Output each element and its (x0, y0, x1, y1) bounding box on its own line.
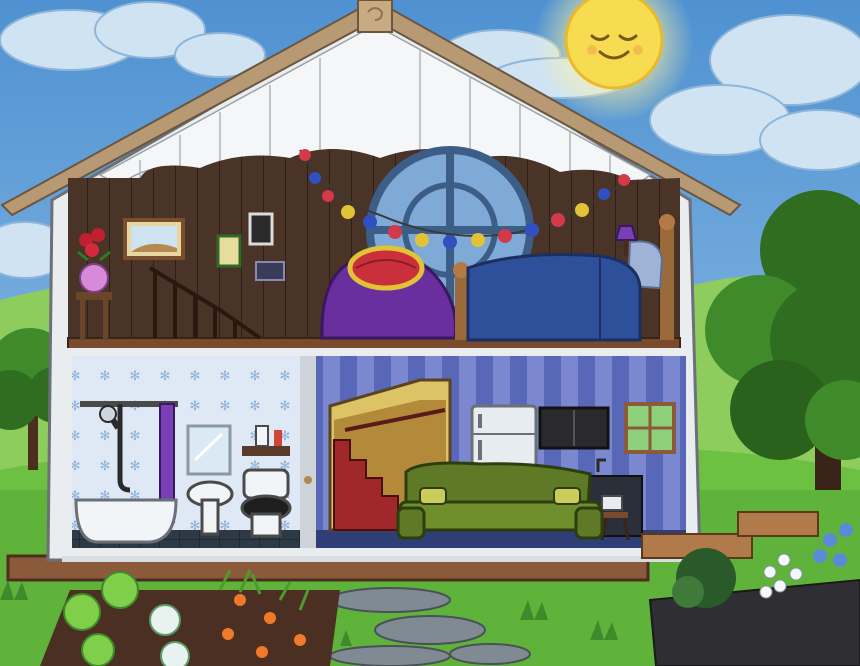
microwave-icon (538, 406, 610, 450)
mirror-icon (186, 424, 232, 476)
interior-wall (300, 356, 316, 548)
sofa-icon (396, 461, 604, 540)
picture-frame-icon (123, 218, 185, 260)
refrigerator-icon (470, 404, 538, 474)
game-scene: ✻ (0, 0, 860, 666)
picture-frame-icon (216, 234, 242, 268)
bathtub-icon (74, 498, 178, 544)
picture-frame-icon (248, 212, 274, 246)
floor-divider (62, 348, 688, 356)
house-outline (62, 556, 692, 562)
window-icon (624, 402, 676, 454)
picture-frame-icon (255, 261, 285, 281)
